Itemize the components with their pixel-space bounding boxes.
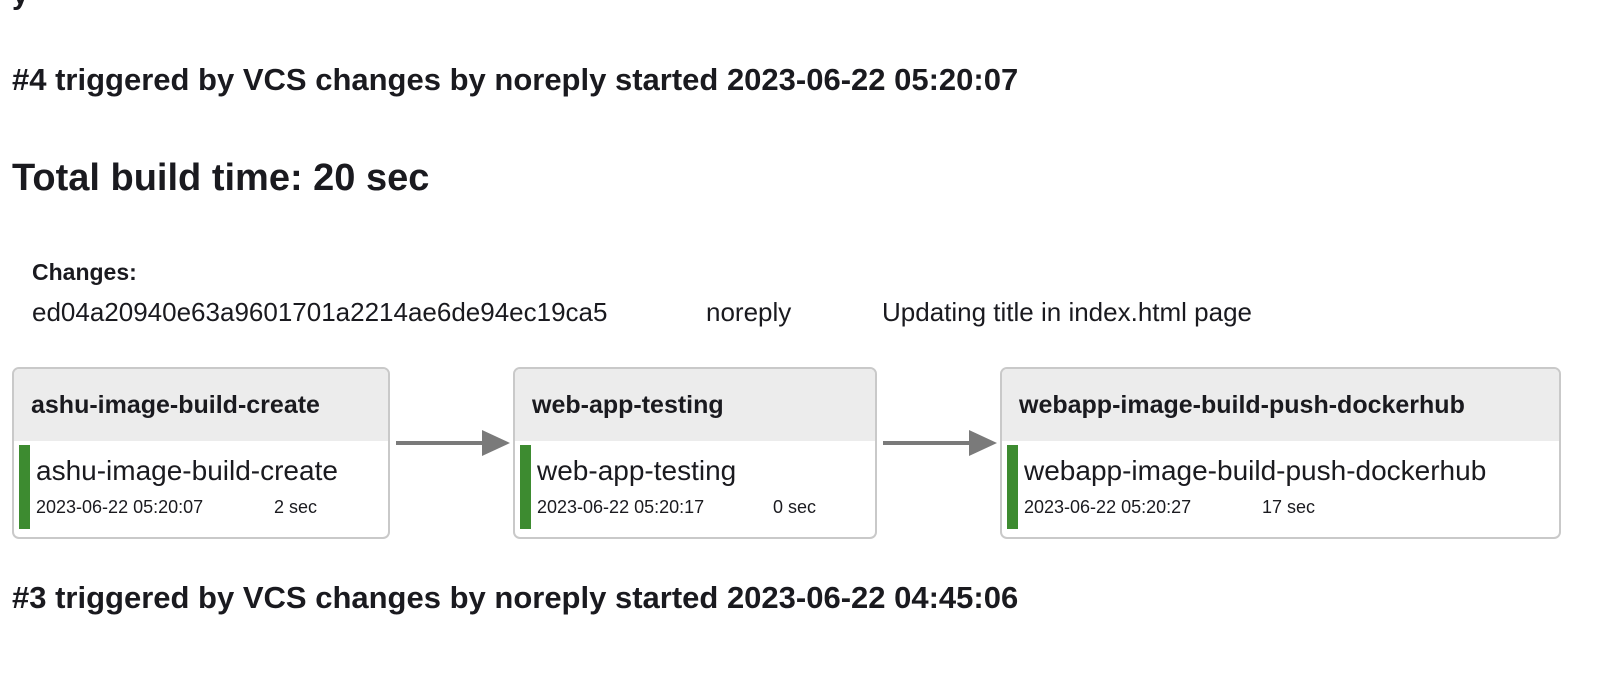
stage-duration: 0 sec — [773, 497, 817, 517]
stage-row[interactable]: ashu-image-build-create 2023-06-22 05:20… — [14, 441, 388, 537]
stage-start-time: 2023-06-22 05:20:27 — [1024, 497, 1192, 517]
success-status-bar — [19, 445, 30, 529]
pipeline-job-card[interactable]: web-app-testing web-app-testing 2023-06-… — [513, 367, 877, 539]
previous-build-heading-cut: y — [12, 0, 29, 12]
success-status-bar — [520, 445, 531, 529]
build-3-heading: #3 triggered by VCS changes by noreply s… — [12, 580, 1019, 615]
commit-hash[interactable]: ed04a20940e63a9601701a2214ae6de94ec19ca5 — [32, 297, 607, 328]
total-build-time: Total build time: 20 sec — [12, 157, 430, 199]
stage-duration: 17 sec — [1262, 497, 1316, 517]
stage-row[interactable]: web-app-testing 2023-06-22 05:20:17 0 se… — [515, 441, 875, 537]
stage-start-time: 2023-06-22 05:20:17 — [537, 497, 705, 517]
stage-start-time: 2023-06-22 05:20:07 — [36, 497, 204, 517]
job-card-title[interactable]: ashu-image-build-create — [14, 369, 388, 441]
changes-label: Changes: — [32, 259, 137, 285]
job-card-title[interactable]: web-app-testing — [515, 369, 875, 441]
build-4-heading: #4 triggered by VCS changes by noreply s… — [12, 62, 1019, 97]
commit-message: Updating title in index.html page — [882, 297, 1253, 327]
stage-name[interactable]: web-app-testing — [537, 455, 736, 487]
commit-author: noreply — [706, 297, 792, 327]
stage-row[interactable]: webapp-image-build-push-dockerhub 2023-0… — [1002, 441, 1559, 537]
stage-name[interactable]: ashu-image-build-create — [36, 455, 338, 487]
stage-duration: 2 sec — [274, 497, 318, 517]
stage-name[interactable]: webapp-image-build-push-dockerhub — [1024, 455, 1486, 487]
success-status-bar — [1007, 445, 1018, 529]
job-card-title[interactable]: webapp-image-build-push-dockerhub — [1002, 369, 1559, 441]
pipeline-job-card[interactable]: ashu-image-build-create ashu-image-build… — [12, 367, 390, 539]
pipeline-job-card[interactable]: webapp-image-build-push-dockerhub webapp… — [1000, 367, 1561, 539]
arrow-right-icon — [883, 430, 997, 456]
arrow-right-icon — [396, 430, 510, 456]
